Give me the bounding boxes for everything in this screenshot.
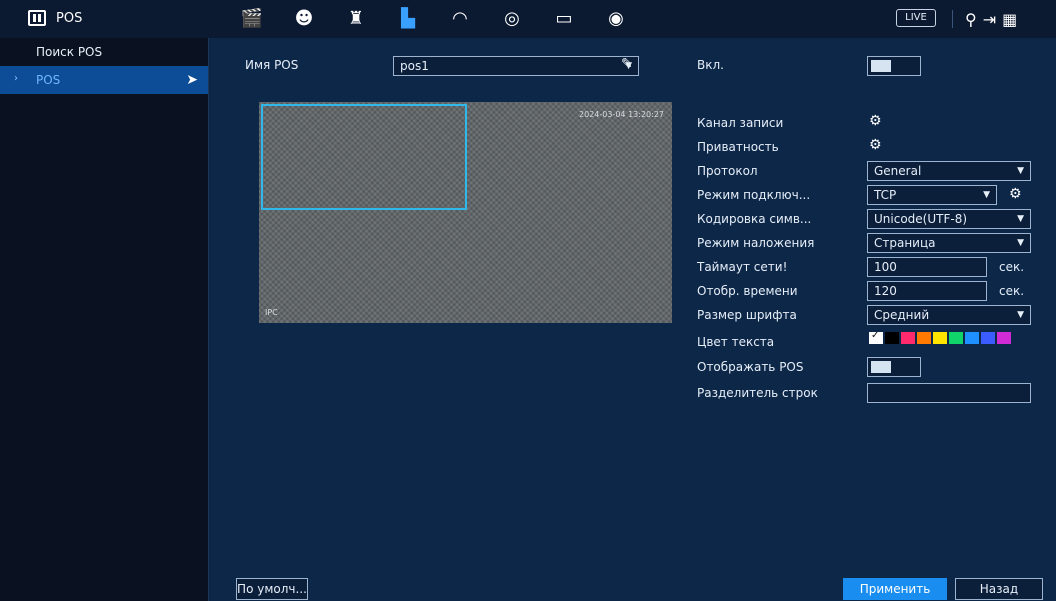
app-title-label: POS bbox=[56, 10, 83, 26]
network-timeout-value: 100 bbox=[874, 260, 897, 274]
connection-mode-value: TCP bbox=[874, 188, 897, 202]
line-separator-label: Разделитель строк bbox=[697, 386, 818, 400]
protocol-select[interactable]: General ▼ bbox=[867, 161, 1031, 181]
color-swatch-pink[interactable] bbox=[901, 332, 915, 344]
mouse-cursor-icon: ➤ bbox=[186, 72, 198, 88]
pos-name-label: Имя POS bbox=[245, 58, 299, 72]
top-menu: 🎬 ☻ ♜ ▙ ◠ ◎ ▭ ◉ bbox=[240, 7, 628, 31]
default-button[interactable]: По умолч... bbox=[236, 578, 308, 600]
edit-pencil-icon[interactable]: ✎ bbox=[621, 56, 633, 72]
protocol-label: Протокол bbox=[697, 164, 758, 178]
main-panel: Имя POS pos1 ▼ ✎ Вкл. 2024-03-04 13:20:2… bbox=[209, 38, 1056, 601]
enable-toggle[interactable] bbox=[867, 56, 921, 76]
toolbar-divider bbox=[952, 10, 953, 28]
sidebar-item-label: POS bbox=[36, 73, 61, 87]
color-swatch-blue[interactable] bbox=[965, 332, 979, 344]
text-color-label: Цвет текста bbox=[697, 335, 775, 349]
color-swatch-magenta[interactable] bbox=[997, 332, 1011, 344]
encoding-select[interactable]: Unicode(UTF-8) ▼ bbox=[867, 209, 1031, 229]
gauge-icon[interactable]: ◠ bbox=[448, 7, 472, 31]
record-channel-gear-icon[interactable]: ⚙ bbox=[869, 114, 882, 128]
pos-logo-icon bbox=[28, 10, 46, 26]
show-pos-label: Отображать POS bbox=[697, 360, 804, 374]
font-size-select[interactable]: Средний ▼ bbox=[867, 305, 1031, 325]
color-swatch-white[interactable] bbox=[869, 330, 883, 344]
display-time-label: Отобр. времени bbox=[697, 284, 798, 298]
alarm-light-icon[interactable]: ♜ bbox=[344, 7, 368, 31]
connection-mode-select[interactable]: TCP ▼ bbox=[867, 185, 997, 205]
toggle-knob bbox=[871, 60, 891, 72]
speaker-icon[interactable]: ◉ bbox=[604, 7, 628, 31]
enable-label: Вкл. bbox=[697, 58, 724, 72]
sidebar-item-pos[interactable]: › POS ➤ bbox=[0, 66, 208, 94]
encoding-value: Unicode(UTF-8) bbox=[874, 212, 968, 226]
chevron-down-icon: ▼ bbox=[983, 190, 990, 200]
pos-name-value: pos1 bbox=[400, 59, 429, 73]
user-tools: ⚲ ⇥ ▦ bbox=[952, 8, 1017, 30]
chevron-right-icon: › bbox=[14, 73, 18, 84]
connection-mode-label: Режим подключ... bbox=[697, 188, 811, 202]
privacy-label: Приватность bbox=[697, 140, 779, 154]
clapperboard-icon[interactable]: 🎬 bbox=[240, 7, 264, 31]
overlay-mode-select[interactable]: Страница ▼ bbox=[867, 233, 1031, 253]
display-time-unit: сек. bbox=[999, 284, 1025, 298]
overlay-mode-value: Страница bbox=[874, 236, 936, 250]
logout-icon[interactable]: ⇥ bbox=[983, 10, 996, 29]
display-time-value: 120 bbox=[874, 284, 897, 298]
network-timeout-input[interactable]: 100 bbox=[867, 257, 987, 277]
live-button[interactable]: LIVE bbox=[896, 9, 936, 27]
chevron-down-icon: ▼ bbox=[1017, 166, 1024, 176]
protocol-value: General bbox=[874, 164, 922, 178]
line-separator-input[interactable] bbox=[867, 383, 1031, 403]
font-size-value: Средний bbox=[874, 308, 930, 322]
sidebar: Поиск POS › POS ➤ bbox=[0, 38, 209, 601]
connection-gear-icon[interactable]: ⚙ bbox=[1009, 187, 1022, 201]
color-swatch-green[interactable] bbox=[949, 332, 963, 344]
sidebar-item-pos-search[interactable]: Поиск POS bbox=[0, 38, 208, 66]
show-pos-toggle[interactable] bbox=[867, 357, 921, 377]
user-icon[interactable]: ⚲ bbox=[965, 10, 977, 29]
top-bar: POS 🎬 ☻ ♜ ▙ ◠ ◎ ▭ ◉ LIVE ⚲ ⇥ ▦ bbox=[0, 0, 1056, 39]
app-title: POS bbox=[28, 6, 82, 30]
video-channel-label: IPC bbox=[265, 308, 278, 317]
video-preview[interactable]: 2024-03-04 13:20:27 IPC bbox=[259, 102, 672, 323]
record-channel-label: Канал записи bbox=[697, 116, 784, 130]
overlay-mode-label: Режим наложения bbox=[697, 236, 815, 250]
network-icon[interactable]: ▙ bbox=[396, 7, 420, 31]
storage-icon[interactable]: ◎ bbox=[500, 7, 524, 31]
overlay-region[interactable] bbox=[261, 104, 467, 210]
network-timeout-label: Таймаут сети! bbox=[697, 260, 788, 274]
back-button[interactable]: Назад bbox=[955, 578, 1043, 600]
timeout-unit: сек. bbox=[999, 260, 1025, 274]
color-swatch-yellow[interactable] bbox=[933, 332, 947, 344]
chevron-down-icon: ▼ bbox=[1017, 310, 1024, 320]
face-icon[interactable]: ☻ bbox=[292, 7, 316, 31]
pos-name-select[interactable]: pos1 ▼ bbox=[393, 56, 639, 76]
color-swatch-orange[interactable] bbox=[917, 332, 931, 344]
font-size-label: Размер шрифта bbox=[697, 308, 797, 322]
qr-code-icon[interactable]: ▦ bbox=[1002, 10, 1017, 29]
color-swatch-black[interactable] bbox=[885, 332, 899, 344]
chevron-down-icon: ▼ bbox=[1017, 214, 1024, 224]
display-time-input[interactable]: 120 bbox=[867, 281, 987, 301]
toggle-knob bbox=[871, 361, 891, 373]
privacy-gear-icon[interactable]: ⚙ bbox=[869, 138, 882, 152]
chevron-down-icon: ▼ bbox=[1017, 238, 1024, 248]
video-timestamp: 2024-03-04 13:20:27 bbox=[579, 110, 664, 119]
sidebar-item-label: Поиск POS bbox=[36, 45, 103, 59]
text-color-palette bbox=[869, 330, 1011, 344]
encoding-label: Кодировка симв... bbox=[697, 212, 812, 226]
apply-button[interactable]: Применить bbox=[843, 578, 947, 600]
color-swatch-indigo[interactable] bbox=[981, 332, 995, 344]
monitor-icon[interactable]: ▭ bbox=[552, 7, 576, 31]
